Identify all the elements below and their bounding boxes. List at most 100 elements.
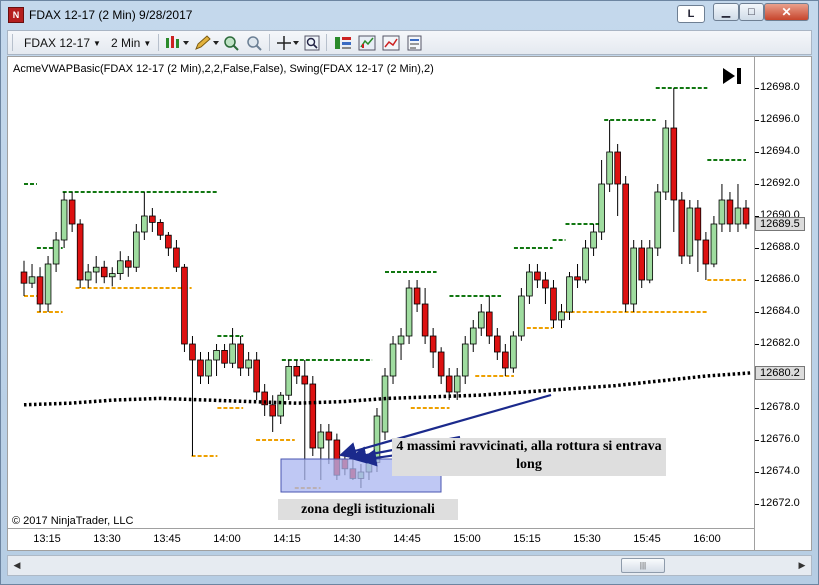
candle	[108, 267, 116, 287]
minimize-button[interactable]: ▁	[713, 3, 739, 21]
candle	[574, 264, 581, 288]
candle-body	[694, 207, 702, 241]
instrument-selector[interactable]: FDAX 12-17 ▼	[24, 35, 101, 51]
candle-body	[646, 247, 654, 281]
candle	[189, 336, 196, 456]
candle-body	[173, 247, 180, 268]
candle-body	[325, 431, 333, 441]
candle	[526, 264, 533, 304]
time-label: 15:45	[633, 533, 661, 545]
candle-body	[285, 365, 293, 396]
price-tick	[755, 504, 759, 505]
indicators-icon[interactable]	[358, 35, 376, 51]
candle-body	[518, 295, 525, 337]
period-selector[interactable]: 2 Min ▼	[111, 35, 151, 51]
candle	[133, 224, 140, 272]
candle-body	[389, 343, 397, 377]
candle	[245, 352, 252, 376]
candle	[558, 304, 565, 328]
candle-body	[606, 151, 613, 185]
candle	[141, 192, 148, 240]
candle-body	[510, 335, 517, 369]
candle-body	[638, 247, 645, 281]
candle	[28, 264, 36, 288]
candle-body	[477, 311, 485, 329]
data-box-icon[interactable]	[334, 35, 352, 51]
title-bar[interactable]: N FDAX 12-17 (2 Min) 9/28/2017 L ▁ □ ✕	[1, 1, 818, 29]
candle-body	[421, 303, 429, 337]
candle-body	[413, 287, 421, 305]
candle	[694, 200, 702, 272]
candle	[429, 328, 437, 368]
candle-body	[429, 335, 437, 353]
candle-body	[116, 260, 124, 275]
scroll-right-arrow-icon[interactable]: ▶	[793, 556, 811, 575]
time-label: 13:30	[93, 533, 121, 545]
price-tick	[755, 120, 759, 121]
zoom-out-icon[interactable]	[246, 35, 262, 51]
candle-body	[405, 287, 413, 337]
candle-body	[654, 191, 662, 249]
scroll-left-arrow-icon[interactable]: ◀	[8, 556, 26, 575]
candle-body	[36, 276, 44, 305]
instrument-label: FDAX 12-17	[24, 36, 91, 50]
candle	[197, 352, 204, 384]
bar-style-icon[interactable]	[164, 35, 190, 51]
candle-body	[534, 271, 541, 281]
candle	[421, 288, 429, 344]
scrollbar-thumb[interactable]: |||	[621, 558, 665, 573]
candle-body	[590, 231, 597, 249]
candle-body	[108, 273, 116, 278]
time-axis[interactable]: 13:15 13:30 13:45 14:00 14:15 14:30 14:45 15:00…	[7, 529, 755, 551]
candle	[397, 328, 405, 360]
candle-body	[237, 343, 244, 369]
candle	[670, 88, 678, 232]
candle	[630, 240, 637, 312]
annotation-long-entry: 4 massimi ravvicinati, alla rottura si e…	[392, 438, 666, 476]
crosshair-icon[interactable]	[276, 35, 300, 51]
candle-body	[28, 276, 36, 284]
close-button[interactable]: ✕	[764, 3, 809, 21]
period-label: 2 Min	[111, 36, 141, 50]
drawing-pencil-icon[interactable]	[194, 35, 220, 51]
strategies-icon[interactable]	[382, 35, 400, 51]
zoom-in-icon[interactable]	[223, 35, 239, 51]
properties-icon[interactable]	[406, 35, 424, 51]
horizontal-scrollbar[interactable]: ◀ ||| ▶	[7, 555, 812, 576]
maximize-button[interactable]: □	[739, 3, 764, 21]
skip-to-end-icon[interactable]	[721, 66, 743, 86]
candle	[92, 256, 100, 284]
candle	[229, 328, 236, 368]
time-label: 13:45	[153, 533, 181, 545]
candle-body	[293, 365, 301, 377]
price-label: 12682.0	[760, 337, 800, 349]
price-tick	[755, 280, 759, 281]
price-axis[interactable]: 12698.0 12696.0 12694.0 12692.0 12690.0 12688…	[755, 56, 812, 529]
candle-body	[301, 375, 309, 385]
candle-body	[445, 375, 453, 393]
ninjatrader-app-icon: N	[8, 7, 24, 23]
candle-body	[734, 207, 742, 225]
price-label: 12688.0	[760, 241, 800, 253]
candle-body	[461, 343, 469, 377]
time-label: 14:00	[213, 533, 241, 545]
time-label: 15:00	[453, 533, 481, 545]
candle-body	[598, 183, 605, 233]
link-button[interactable]: L	[677, 5, 705, 23]
chart-plot-area[interactable]: AcmeVWAPBasic(FDAX 12-17 (2 Min),2,2,Fal…	[7, 56, 755, 529]
candle-body	[381, 375, 389, 433]
toolbar-grip	[12, 34, 13, 51]
candle-body	[213, 349, 220, 361]
price-tick	[755, 88, 759, 89]
candle-body	[84, 271, 92, 281]
candle	[678, 192, 686, 264]
magnify-icon[interactable]	[304, 35, 320, 51]
candle-body	[133, 231, 140, 268]
candle	[461, 336, 469, 384]
price-tick	[755, 312, 759, 313]
price-label: 12672.0	[760, 497, 800, 509]
copyright-label: © 2017 NinjaTrader, LLC	[12, 515, 134, 527]
candle	[181, 264, 188, 352]
price-label: 12686.0	[760, 273, 800, 285]
candle	[237, 336, 244, 376]
